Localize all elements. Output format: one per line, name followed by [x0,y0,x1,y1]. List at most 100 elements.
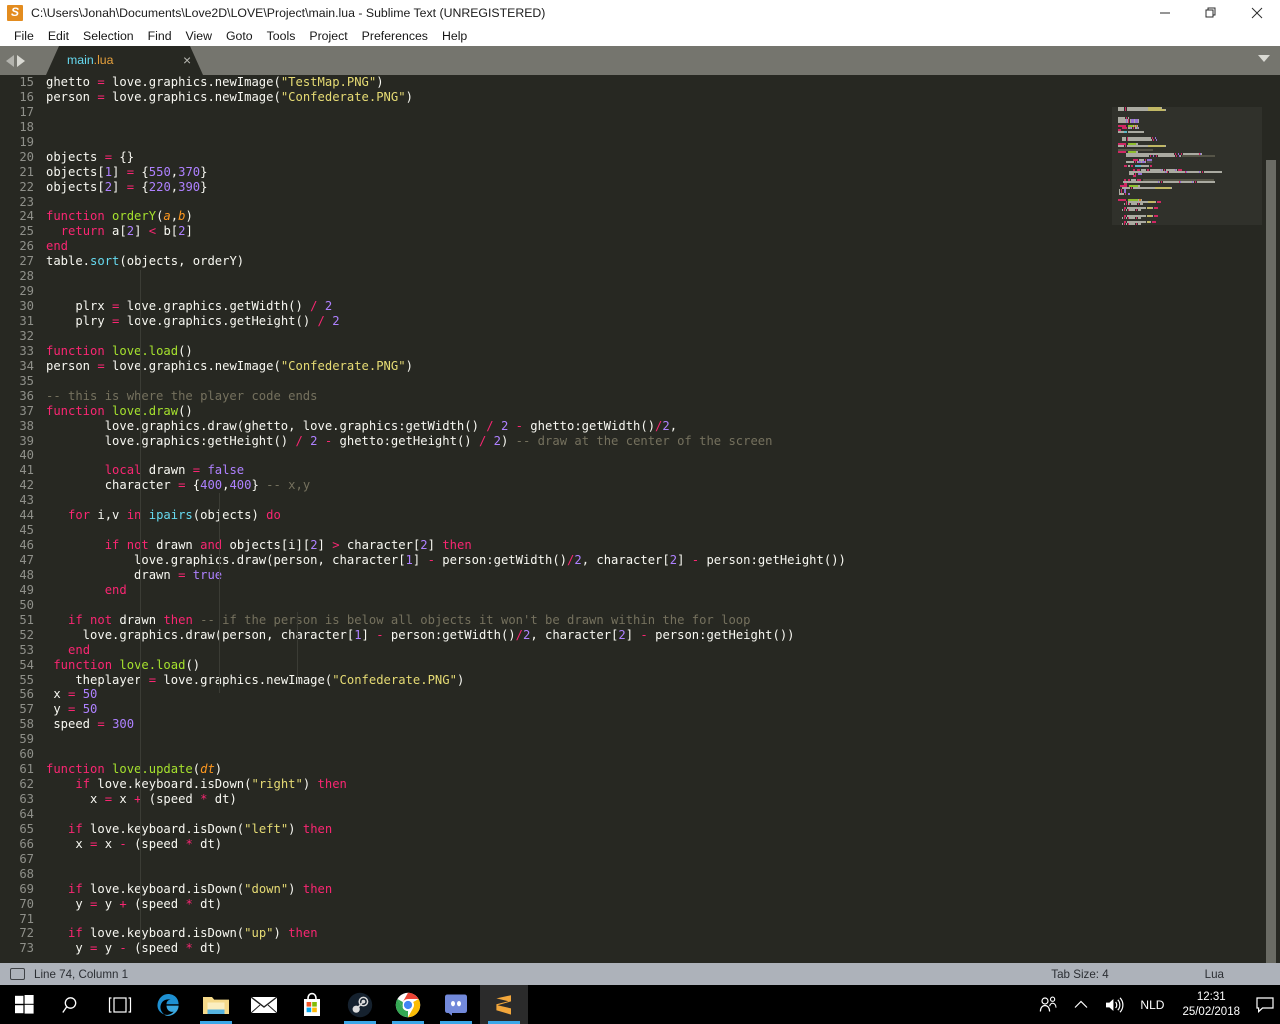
menu-item-goto[interactable]: Goto [219,27,260,45]
tab-scroll-arrows[interactable] [6,46,25,75]
code-line[interactable]: plry = love.graphics.getHeight() / 2 [46,314,846,329]
code-line[interactable]: speed = 300 [46,717,846,732]
menu-item-selection[interactable]: Selection [76,27,141,45]
code-text[interactable]: ghetto = love.graphics.newImage("TestMap… [46,75,846,956]
editor-area[interactable]: 15 16 17 18 19 20 21 22 23 24 25 26 27 28 29 30 31 32 33 34… [0,75,1280,963]
code-line[interactable] [46,448,846,463]
show-hidden-icons-button[interactable] [1066,985,1096,1024]
minimap[interactable] [1112,75,1262,963]
code-line[interactable]: x = x + (speed * dt) [46,792,846,807]
code-line[interactable]: function love.load() [46,658,846,673]
code-line[interactable] [46,135,846,150]
code-line[interactable]: person = love.graphics.newImage("Confede… [46,90,846,105]
code-line[interactable]: objects = {} [46,150,846,165]
action-center-button[interactable] [1250,985,1280,1024]
start-button[interactable] [0,985,48,1024]
menu-item-file[interactable]: File [7,27,41,45]
code-line[interactable]: y = y + (speed * dt) [46,897,846,912]
code-line[interactable] [46,374,846,389]
mail-button[interactable] [240,985,288,1024]
code-line[interactable] [46,852,846,867]
code-line[interactable] [46,523,846,538]
menu-item-edit[interactable]: Edit [41,27,76,45]
code-line[interactable]: if love.keyboard.isDown("down") then [46,882,846,897]
code-line[interactable] [46,105,846,120]
code-line[interactable] [46,195,846,210]
code-line[interactable]: drawn = true [46,568,846,583]
close-icon[interactable]: × [183,52,191,68]
code-line[interactable] [46,493,846,508]
code-line[interactable] [46,269,846,284]
code-line[interactable]: love.graphics.draw(person, character[1] … [46,553,846,568]
code-line[interactable]: table.sort(objects, orderY) [46,254,846,269]
minimize-button[interactable] [1142,0,1188,25]
close-button[interactable] [1234,0,1280,25]
discord-button[interactable] [432,985,480,1024]
console-toggle-icon[interactable] [10,968,25,980]
code-line[interactable]: if love.keyboard.isDown("left") then [46,822,846,837]
code-line[interactable] [46,598,846,613]
code-line[interactable] [46,329,846,344]
code-line[interactable]: local drawn = false [46,463,846,478]
menu-item-find[interactable]: Find [141,27,179,45]
code-line[interactable]: love.graphics:getHeight() / 2 - ghetto:g… [46,434,846,449]
code-line[interactable] [46,284,846,299]
code-line[interactable] [46,120,846,135]
steam-button[interactable] [336,985,384,1024]
code-line[interactable]: y = y - (speed * dt) [46,941,846,956]
sublime-text-button[interactable] [480,985,528,1024]
code-line[interactable]: ghetto = love.graphics.newImage("TestMap… [46,75,846,90]
code-line[interactable]: end [46,583,846,598]
tab-scroll-left-icon[interactable] [6,54,14,67]
code-line[interactable]: theplayer = love.graphics.newImage("Conf… [46,673,846,688]
code-line[interactable] [46,747,846,762]
code-line[interactable] [46,807,846,822]
code-line[interactable]: function orderY(a,b) [46,209,846,224]
vertical-scrollbar[interactable] [1262,75,1280,963]
code-line[interactable]: return a[2] < b[2] [46,224,846,239]
task-view-button[interactable] [96,985,144,1024]
code-line[interactable]: love.graphics.draw(ghetto, love.graphics… [46,419,846,434]
people-button[interactable] [1030,985,1066,1024]
menu-item-preferences[interactable]: Preferences [355,27,435,45]
code-line[interactable]: end [46,643,846,658]
code-line[interactable]: y = 50 [46,702,846,717]
search-button[interactable] [48,985,96,1024]
code-line[interactable]: plrx = love.graphics.getWidth() / 2 [46,299,846,314]
volume-button[interactable] [1096,985,1132,1024]
code-line[interactable]: objects[1] = {550,370} [46,165,846,180]
language-indicator[interactable]: NLD [1132,998,1172,1012]
menu-item-tools[interactable]: Tools [260,27,303,45]
tab-scroll-right-icon[interactable] [17,54,25,67]
code-line[interactable]: function love.draw() [46,404,846,419]
code-line[interactable]: if love.keyboard.isDown("up") then [46,926,846,941]
code-line[interactable]: person = love.graphics.newImage("Confede… [46,359,846,374]
code-line[interactable]: objects[2] = {220,390} [46,180,846,195]
code-line[interactable]: if not drawn then -- if the person is be… [46,613,846,628]
code-line[interactable] [46,912,846,927]
scrollbar-thumb[interactable] [1266,160,1276,963]
chevron-down-icon[interactable] [1258,55,1270,62]
code-line[interactable]: character = {400,400} -- x,y [46,478,846,493]
code-line[interactable]: if not drawn and objects[i][2] > charact… [46,538,846,553]
code-line[interactable]: function love.update(dt) [46,762,846,777]
code-line[interactable]: x = 50 [46,687,846,702]
chrome-button[interactable] [384,985,432,1024]
code-line[interactable]: for i,v in ipairs(objects) do [46,508,846,523]
code-view[interactable]: 15 16 17 18 19 20 21 22 23 24 25 26 27 28 29 30 31 32 33 34… [0,75,1112,963]
code-line[interactable]: function love.load() [46,344,846,359]
syntax-indicator[interactable]: Lua [1205,968,1224,981]
menu-item-help[interactable]: Help [435,27,474,45]
store-button[interactable] [288,985,336,1024]
clock[interactable]: 12:31 25/02/2018 [1172,990,1250,1020]
code-line[interactable]: -- this is where the player code ends [46,389,846,404]
maximize-restore-button[interactable] [1188,0,1234,25]
code-line[interactable] [46,732,846,747]
menu-item-project[interactable]: Project [302,27,354,45]
code-line[interactable] [46,867,846,882]
file-explorer-button[interactable] [192,985,240,1024]
code-line[interactable]: end [46,239,846,254]
menu-item-view[interactable]: View [179,27,219,45]
code-line[interactable]: if love.keyboard.isDown("right") then [46,777,846,792]
code-line[interactable]: love.graphics.draw(person, character[1] … [46,628,846,643]
